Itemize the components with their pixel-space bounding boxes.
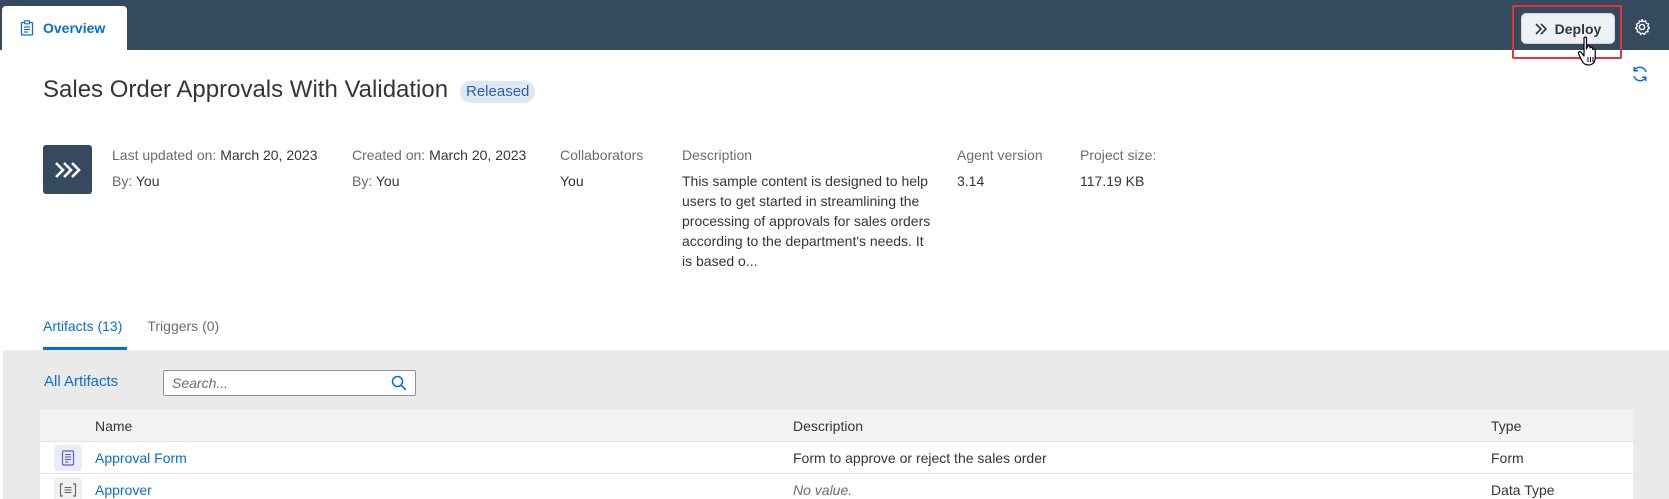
tab-artifacts[interactable]: Artifacts (13): [43, 318, 128, 350]
status-badge: Released: [460, 81, 536, 103]
clipboard-icon: [20, 20, 34, 36]
collaborators-block: Collaborators You: [560, 145, 643, 191]
project-size-block: Project size: 117.19 KB: [1080, 145, 1156, 191]
hand-cursor-icon: [1577, 36, 1596, 66]
last-updated-block: Last updated on: March 20, 2023 By: You: [112, 145, 318, 191]
last-updated-value: March 20, 2023: [220, 147, 318, 163]
agent-version-value: 3.14: [957, 173, 985, 189]
form-icon: [53, 444, 82, 471]
artifact-type: Data Type: [1491, 481, 1555, 498]
created-label: Created on:: [352, 147, 426, 163]
tab-overview[interactable]: Overview: [2, 6, 127, 50]
column-header-name[interactable]: Name: [95, 418, 793, 434]
table-header: Name Description Type: [40, 410, 1633, 442]
deploy-button[interactable]: Deploy: [1521, 13, 1615, 44]
search-icon[interactable]: [391, 375, 407, 391]
page-title: Sales Order Approvals With Validation: [43, 76, 449, 103]
tab-overview-label: Overview: [43, 20, 106, 36]
data-type-icon: [53, 476, 82, 499]
last-updated-label: Last updated on:: [112, 147, 217, 163]
shell-bar: Overview Deploy: [0, 0, 1669, 59]
column-header-description[interactable]: Description: [793, 418, 1491, 434]
updated-by-label: By:: [112, 173, 133, 189]
refresh-icon[interactable]: [1629, 63, 1651, 85]
column-header-type[interactable]: Type: [1491, 418, 1633, 434]
search-box: [163, 370, 416, 396]
artifact-description: No value.: [793, 481, 853, 498]
artifacts-table: Name Description Type Approval Form Form…: [40, 410, 1633, 499]
collaborators-value: You: [560, 173, 584, 189]
updated-by-value: You: [135, 173, 160, 189]
table-row[interactable]: Approver No value. Data Type: [40, 474, 1633, 499]
deploy-icon: [1535, 22, 1549, 35]
artifact-name-link[interactable]: Approval Form: [95, 450, 793, 466]
description-label: Description: [682, 147, 753, 163]
gear-icon[interactable]: [1632, 17, 1652, 37]
tab-triggers[interactable]: Triggers (0): [147, 318, 219, 350]
created-block: Created on: March 20, 2023 By: You: [352, 145, 526, 191]
table-row[interactable]: Approval Form Form to approve or reject …: [40, 442, 1633, 474]
project-icon: [43, 145, 92, 194]
collaborators-label: Collaborators: [560, 147, 644, 163]
artifacts-panel: All Artifacts Name Description Type: [3, 350, 1669, 499]
agent-version-block: Agent version 3.14: [957, 145, 1043, 191]
created-by-value: You: [375, 173, 400, 189]
project-size-value: 117.19 KB: [1080, 173, 1145, 189]
created-value: March 20, 2023: [429, 147, 527, 163]
description-value: This sample content is designed to help …: [682, 173, 931, 269]
artifact-description: Form to approve or reject the sales orde…: [793, 449, 1047, 466]
artifact-name-link[interactable]: Approver: [95, 482, 793, 498]
description-block: Description This sample content is desig…: [682, 145, 932, 271]
row-icon-cell: [40, 444, 95, 471]
project-size-label: Project size:: [1080, 147, 1157, 163]
created-by-label: By:: [352, 173, 373, 189]
tab-bar: Artifacts (13) Triggers (0): [43, 318, 244, 350]
deploy-label: Deploy: [1554, 20, 1602, 37]
all-artifacts-heading: All Artifacts: [44, 373, 119, 390]
row-icon-cell: [40, 476, 95, 499]
agent-version-label: Agent version: [957, 147, 1043, 163]
artifact-type: Form: [1491, 449, 1524, 466]
search-input[interactable]: [172, 375, 391, 391]
